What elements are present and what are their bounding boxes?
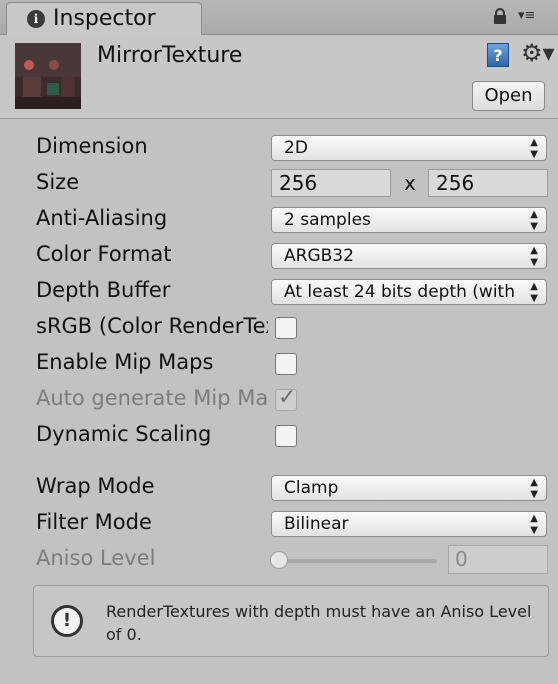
size-height-field[interactable]: 256	[428, 169, 548, 197]
aniso-level-slider-handle	[270, 551, 288, 569]
warning-icon: !	[51, 605, 83, 637]
tab-title: Inspector	[53, 6, 156, 31]
wrap-mode-value: Clamp	[284, 478, 339, 498]
help-book-icon[interactable]: ?	[487, 43, 509, 67]
color-format-value: ARGB32	[284, 246, 354, 266]
dropdown-arrows-icon: ▲ ▼	[530, 477, 538, 500]
warning-message: RenderTextures with depth must have an A…	[106, 602, 532, 644]
srgb-label: sRGB (Color RenderTexture)	[36, 314, 268, 338]
color-format-dropdown[interactable]: ARGB32 ▲ ▼	[271, 243, 547, 269]
dimension-dropdown[interactable]: 2D ▲ ▼	[271, 135, 547, 161]
asset-header: MirrorTexture ? ⚙▾ Open	[0, 35, 558, 119]
filter-mode-label: Filter Mode	[36, 510, 152, 534]
dynamic-scaling-label: Dynamic Scaling	[36, 422, 212, 446]
depth-buffer-dropdown[interactable]: At least 24 bits depth (with stencil) ▲▼	[271, 279, 547, 305]
enable-mip-maps-label: Enable Mip Maps	[36, 350, 214, 374]
tab-menu-icon[interactable]: ▾≡	[518, 8, 535, 23]
wrap-mode-label: Wrap Mode	[36, 474, 155, 498]
depth-buffer-label: Depth Buffer	[36, 278, 171, 302]
dropdown-arrows-icon: ▲ ▼	[530, 513, 538, 536]
dropdown-arrows-icon: ▲ ▼	[530, 137, 538, 160]
dynamic-scaling-checkbox[interactable]	[275, 425, 297, 447]
wrap-mode-dropdown[interactable]: Clamp ▲ ▼	[271, 475, 547, 501]
size-width-field[interactable]: 256	[271, 169, 391, 197]
aniso-level-slider-track	[277, 559, 437, 563]
filter-mode-value: Bilinear	[284, 514, 349, 534]
size-label: Size	[36, 170, 80, 194]
srgb-checkbox[interactable]	[275, 317, 297, 339]
color-format-label: Color Format	[36, 242, 172, 266]
depth-buffer-value: At least 24 bits depth (with stencil)	[284, 282, 520, 302]
anti-aliasing-value: 2 samples	[284, 210, 371, 230]
texture-thumbnail	[15, 43, 81, 109]
dropdown-arrows-icon: ▲ ▼	[530, 245, 538, 268]
auto-generate-mip-maps-label: Auto generate Mip Maps	[36, 386, 268, 410]
dropdown-arrows-icon: ▲ ▼	[530, 281, 538, 304]
filter-mode-dropdown[interactable]: Bilinear ▲ ▼	[271, 511, 547, 537]
lock-icon[interactable]	[493, 8, 507, 29]
anti-aliasing-dropdown[interactable]: 2 samples ▲ ▼	[271, 207, 547, 233]
enable-mip-maps-checkbox[interactable]	[275, 353, 297, 375]
inspector-tab[interactable]: i Inspector	[6, 2, 202, 36]
dimension-value: 2D	[284, 138, 308, 158]
anti-aliasing-label: Anti-Aliasing	[36, 206, 168, 230]
aniso-level-field: 0	[448, 545, 548, 574]
aniso-level-label: Aniso Level	[36, 546, 156, 570]
warning-help-box: ! RenderTextures with depth must have an…	[33, 585, 549, 657]
dropdown-arrows-icon: ▲ ▼	[530, 209, 538, 232]
inspector-tab-bar: i Inspector ▾≡	[0, 0, 558, 36]
open-button[interactable]: Open	[472, 81, 545, 111]
info-icon: i	[27, 10, 45, 28]
auto-generate-mip-maps-checkbox: ✓	[275, 385, 297, 411]
gear-icon[interactable]: ⚙▾	[521, 39, 555, 67]
checkmark-icon: ✓	[278, 385, 297, 410]
asset-name: MirrorTexture	[97, 43, 243, 68]
size-separator: x	[404, 171, 416, 195]
dimension-label: Dimension	[36, 134, 148, 158]
